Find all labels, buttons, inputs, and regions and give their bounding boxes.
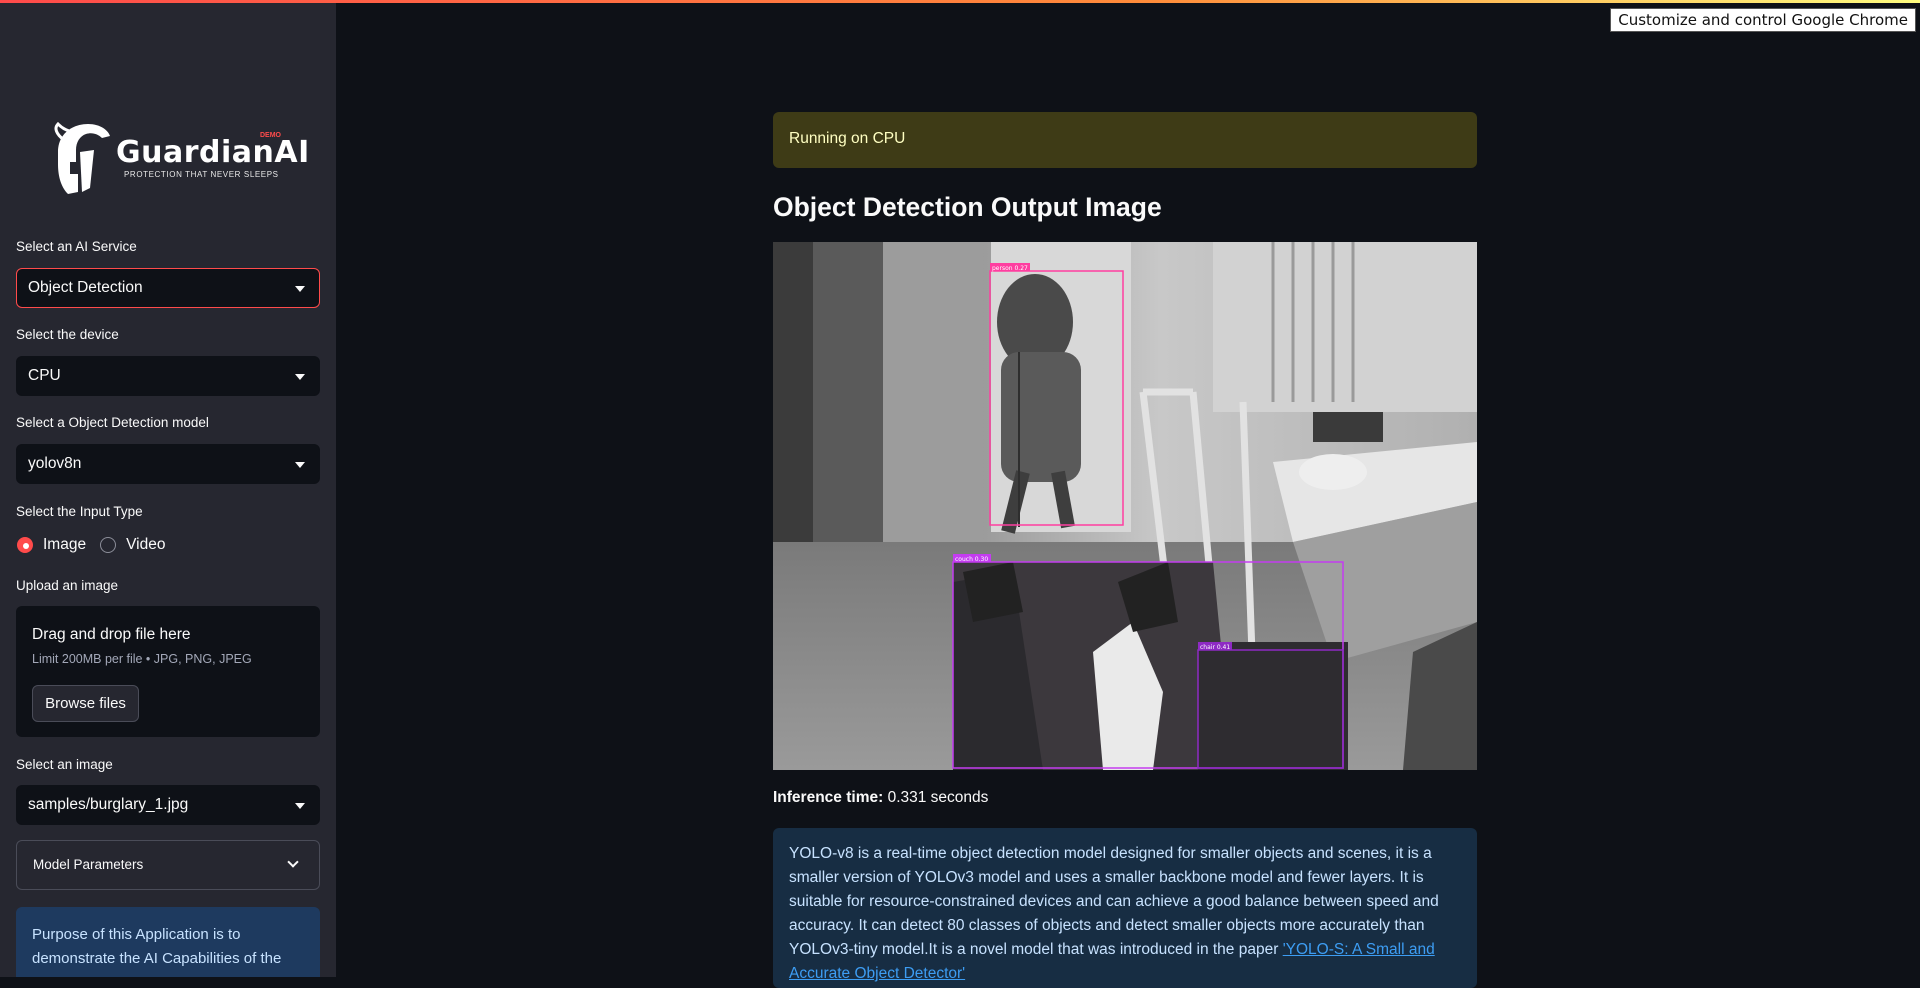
inference-time-label: Inference time: (773, 789, 884, 806)
upload-label: Upload an image (16, 578, 119, 593)
image-select[interactable]: samples/burglary_1.jpg (16, 785, 320, 825)
radio-image[interactable]: Image (17, 536, 86, 554)
dropzone-limit: Limit 200MB per file • JPG, PNG, JPEG (32, 652, 252, 666)
caret-down-icon (295, 286, 305, 292)
model-select[interactable]: yolov8n (16, 444, 320, 484)
brand-tagline: PROTECTION THAT NEVER SLEEPS (124, 170, 279, 179)
radio-selected-icon (17, 537, 33, 553)
caret-down-icon (295, 803, 305, 809)
image-select-label: Select an image (16, 757, 113, 772)
chevron-down-icon (287, 856, 299, 868)
image-select-value: samples/burglary_1.jpg (28, 796, 189, 813)
device-select-value: CPU (28, 367, 61, 384)
inference-time: Inference time: 0.331 seconds (773, 789, 988, 807)
service-select-value: Object Detection (28, 279, 143, 296)
radio-unselected-icon (100, 537, 117, 553)
detection-scene: person 0.27 couch 0.30 chair 0.41 (773, 242, 1477, 770)
detection-label-chair: chair 0.41 (1200, 644, 1230, 651)
device-select-label: Select the device (16, 327, 119, 342)
purpose-info-box: Purpose of this Application is to demons… (16, 907, 320, 977)
file-dropzone[interactable]: Drag and drop file here Limit 200MB per … (16, 606, 320, 737)
model-description-box: YOLO-v8 is a real-time object detection … (773, 828, 1477, 988)
top-progress-stripe (0, 0, 1920, 3)
purpose-text: Purpose of this Application is to demons… (32, 926, 282, 967)
service-select[interactable]: Object Detection (16, 268, 320, 308)
detection-output-image: person 0.27 couch 0.30 chair 0.41 (773, 242, 1477, 770)
browse-files-button[interactable]: Browse files (32, 685, 139, 722)
caret-down-icon (295, 462, 305, 468)
service-select-label: Select an AI Service (16, 239, 137, 254)
status-alert: Running on CPU (773, 112, 1477, 168)
caret-down-icon (295, 374, 305, 380)
model-select-value: yolov8n (28, 455, 82, 472)
page-title: Object Detection Output Image (773, 192, 1162, 222)
detection-label-couch: couch 0.30 (955, 556, 988, 563)
sidebar: GuardianAI DEMO PROTECTION THAT NEVER SL… (0, 0, 336, 977)
radio-video[interactable]: Video (100, 536, 165, 554)
expander-label: Model Parameters (33, 857, 144, 872)
spartan-helmet-icon (54, 122, 110, 194)
input-type-label: Select the Input Type (16, 504, 143, 519)
brand-name: GuardianAI (116, 135, 310, 170)
demo-badge: DEMO (260, 132, 281, 139)
radio-image-label: Image (43, 536, 87, 553)
dropzone-title: Drag and drop file here (32, 626, 191, 643)
radio-video-label: Video (126, 536, 166, 553)
model-description: YOLO-v8 is a real-time object detection … (789, 842, 1461, 986)
detection-label-person: person 0.27 (992, 265, 1028, 272)
guardianai-logo: GuardianAI DEMO PROTECTION THAT NEVER SL… (50, 118, 309, 198)
main-content: Running on CPU Object Detection Output I… (336, 0, 1920, 988)
device-select[interactable]: CPU (16, 356, 320, 396)
input-type-radio-group: Image Video (17, 536, 179, 554)
browser-tooltip: Customize and control Google Chrome (1610, 8, 1916, 32)
inference-time-value: 0.331 seconds (887, 789, 989, 806)
model-parameters-expander[interactable]: Model Parameters (16, 840, 320, 890)
status-text: Running on CPU (789, 130, 906, 147)
model-select-label: Select a Object Detection model (16, 415, 209, 430)
